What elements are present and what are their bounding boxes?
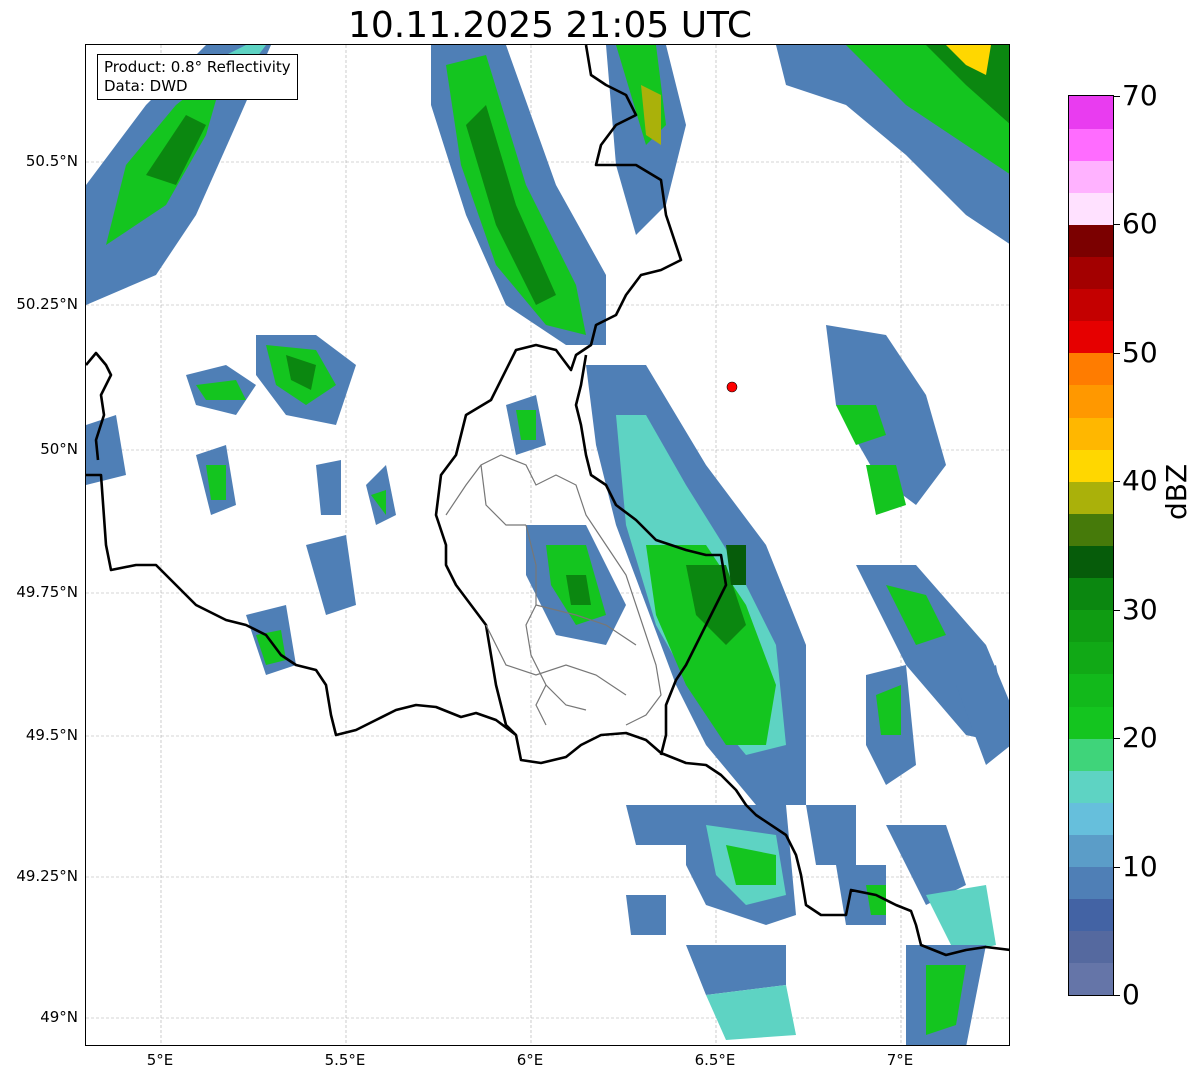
colorbar-segment: [1069, 802, 1113, 835]
lat-label: 50.25°N: [16, 295, 78, 313]
colorbar-tick-label: 50: [1122, 335, 1158, 369]
colorbar-segment: [1069, 256, 1113, 290]
lon-label: 7°E: [886, 1051, 914, 1069]
lat-label: 49.25°N: [16, 867, 78, 885]
colorbar-segment: [1069, 417, 1113, 450]
colorbar-segment: [1069, 673, 1113, 707]
colorbar-segment: [1069, 128, 1113, 161]
colorbar-segment: [1069, 641, 1113, 675]
lon-label: 6.5°E: [694, 1051, 736, 1069]
product-label: Product: 0.8° Reflectivity: [104, 58, 291, 76]
colorbar-segment: [1069, 384, 1113, 418]
colorbar-segment: [1069, 320, 1113, 354]
colorbar-segment: [1069, 834, 1113, 868]
lat-label: 49.75°N: [16, 583, 78, 601]
colorbar-segment: [1069, 288, 1113, 322]
lat-label: 49°N: [40, 1008, 78, 1026]
colorbar-segment: [1069, 898, 1113, 932]
colorbar-segment: [1069, 738, 1113, 771]
colorbar-tick-label: 70: [1122, 79, 1158, 112]
colorbar: [1068, 95, 1114, 996]
colorbar-segment: [1069, 930, 1113, 964]
colorbar-tick-label: 40: [1122, 464, 1158, 498]
lon-label: 5°E: [146, 1051, 174, 1069]
colorbar-tick-label: 30: [1122, 592, 1158, 626]
radar-map-canvas: [86, 45, 1009, 1045]
radar-map[interactable]: [85, 44, 1010, 1046]
colorbar-tick: [1114, 352, 1120, 354]
colorbar-segment: [1069, 706, 1113, 739]
colorbar-segment: [1069, 192, 1113, 225]
colorbar-segment: [1069, 481, 1113, 514]
data-source-label: Data: DWD: [104, 77, 188, 95]
colorbar-tick: [1114, 481, 1120, 483]
colorbar-segment: [1069, 545, 1113, 579]
colorbar-segment: [1069, 866, 1113, 900]
lat-label: 50.5°N: [25, 152, 78, 170]
colorbar-tick-label: 0: [1122, 978, 1140, 1011]
colorbar-tick: [1114, 738, 1120, 740]
lon-label: 5.5°E: [324, 1051, 366, 1069]
lat-label: 49.5°N: [25, 726, 78, 744]
product-info-box: Product: 0.8° Reflectivity Data: DWD: [97, 54, 298, 100]
map-title: 10.11.2025 21:05 UTC: [347, 5, 753, 46]
colorbar-segment: [1069, 352, 1113, 386]
colorbar-segment: [1069, 770, 1113, 803]
colorbar-tick: [1114, 866, 1120, 868]
colorbar-segment: [1069, 160, 1113, 193]
colorbar-segment: [1069, 513, 1113, 546]
colorbar-segment: [1069, 224, 1113, 258]
colorbar-tick: [1114, 609, 1120, 611]
colorbar-tick-label: 60: [1122, 207, 1158, 241]
lat-label: 50°N: [40, 440, 78, 458]
lon-label: 6°E: [516, 1051, 544, 1069]
radar-site-marker: [726, 381, 738, 393]
colorbar-segment: [1069, 96, 1113, 129]
radar-echoes: [86, 45, 1009, 1045]
colorbar-segment: [1069, 577, 1113, 611]
colorbar-unit-label: dBZ: [1160, 463, 1193, 520]
colorbar-tick: [1114, 224, 1120, 226]
colorbar-segment: [1069, 609, 1113, 643]
colorbar-tick: [1114, 96, 1120, 97]
colorbar-tick-label: 10: [1122, 849, 1158, 883]
colorbar-tick: [1114, 995, 1120, 996]
colorbar-segment: [1069, 962, 1113, 996]
colorbar-tick-label: 20: [1122, 721, 1158, 755]
colorbar-segment: [1069, 449, 1113, 482]
